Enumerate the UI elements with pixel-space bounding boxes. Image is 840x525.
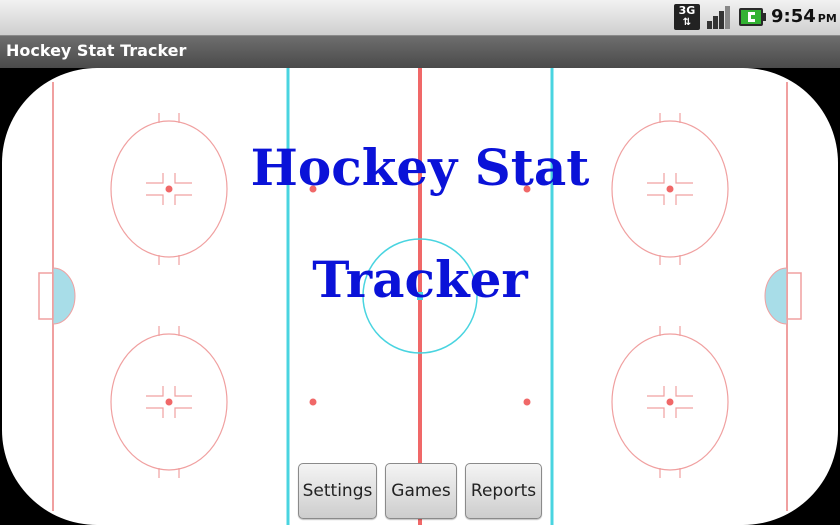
games-button[interactable]: Games <box>385 463 457 519</box>
title-bar: Hockey Stat Tracker <box>0 35 840 68</box>
clock-ampm: PM <box>817 12 837 25</box>
network-3g-icon: 3G ⇅ <box>674 4 700 30</box>
screen: 3G ⇅ 9:54 PM Hockey Stat Tracker Hockey … <box>0 0 840 525</box>
face-off-dot <box>666 398 674 406</box>
headline-line-2: Tracker <box>312 250 528 309</box>
app-title: Hockey Stat Tracker <box>6 41 187 60</box>
neutral-dot <box>309 398 317 406</box>
status-bar: 3G ⇅ 9:54 PM <box>0 0 840 35</box>
clock: 9:54 PM <box>771 6 837 27</box>
network-label: 3G <box>678 4 696 17</box>
signal-strength-icon <box>707 6 730 29</box>
neutral-dot <box>523 398 531 406</box>
app-headline: Hockey Stat Tracker <box>170 112 670 336</box>
battery-charging-icon <box>739 8 766 26</box>
clock-time: 9:54 <box>771 6 816 27</box>
settings-button[interactable]: Settings <box>298 463 377 519</box>
face-off-dot <box>165 398 173 406</box>
headline-line-1: Hockey Stat <box>250 138 590 197</box>
reports-button[interactable]: Reports <box>465 463 542 519</box>
